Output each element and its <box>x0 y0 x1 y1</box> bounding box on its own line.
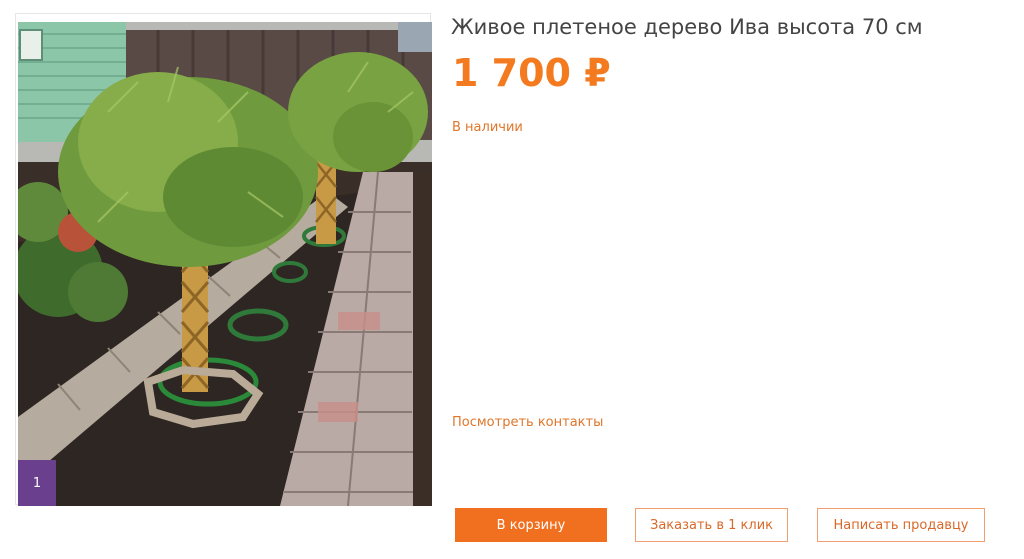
image-counter-badge[interactable]: 1 <box>18 460 56 506</box>
availability-status: В наличии <box>452 120 523 135</box>
view-contacts-link[interactable]: Посмотреть контакты <box>452 415 603 430</box>
product-page: 1 Живое плетеное дерево Ива высота 70 см… <box>0 0 1024 559</box>
product-title: Живое плетеное дерево Ива высота 70 см <box>451 15 923 39</box>
photo-illustration <box>18 22 432 506</box>
add-to-cart-button[interactable]: В корзину <box>455 508 607 542</box>
write-seller-button[interactable]: Написать продавцу <box>817 508 985 542</box>
product-price: 1 700 ₽ <box>452 51 611 95</box>
product-gallery: 1 <box>15 13 432 506</box>
product-photo[interactable]: 1 <box>18 22 432 506</box>
one-click-order-button[interactable]: Заказать в 1 клик <box>635 508 788 542</box>
